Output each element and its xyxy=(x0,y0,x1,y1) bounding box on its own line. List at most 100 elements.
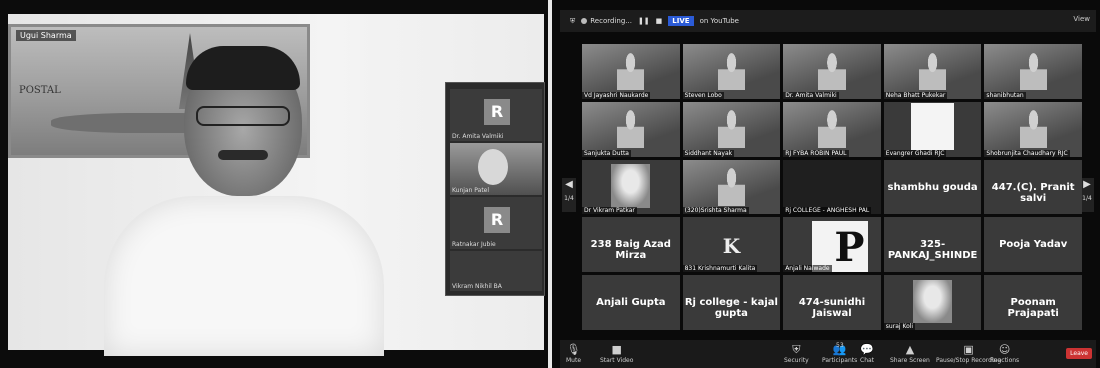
participant-display-name: Poonam Prajapati xyxy=(1007,297,1059,320)
participant-display-name: Rj college - kajal gupta xyxy=(684,297,778,320)
participant-tile[interactable]: Poonam Prajapati xyxy=(984,275,1082,330)
participant-video xyxy=(717,109,746,148)
participant-tile[interactable]: Dr. Amita Valmiki xyxy=(783,44,881,99)
video-button[interactable]: ■ Start Video xyxy=(600,343,633,364)
recording-indicator[interactable]: Recording... xyxy=(581,17,632,25)
chat-button[interactable]: 💬 Chat xyxy=(860,343,874,364)
participant-name: Kunjan Patel xyxy=(452,187,490,194)
speaker-hair xyxy=(186,46,300,90)
participant-name: Shobrunjita Chaudhary RJC xyxy=(984,149,1070,157)
next-page-button[interactable]: ▶ 1/4 xyxy=(1080,178,1094,212)
participant-name: Sanjukta Dutta xyxy=(582,149,631,157)
participant-tile[interactable]: 474-sunidhi Jaiswal xyxy=(783,275,881,330)
participant-name: Siddhant Nayak xyxy=(682,149,735,157)
reactions-button[interactable]: ☺ Reactions xyxy=(990,343,1019,364)
participant-tile[interactable]: 447.(C). Pranit salvi xyxy=(984,159,1082,215)
participant-display-name: Anjali Gupta xyxy=(596,297,666,309)
avatar: R xyxy=(484,207,510,233)
avatar: R xyxy=(484,99,510,125)
participant-tile[interactable]: Sanjukta Dutta xyxy=(582,101,680,157)
participant-tile[interactable]: 325-PANKAJ_SHINDE xyxy=(883,217,982,273)
participant-strip[interactable]: R Dr. Amita Valmiki Kunjan Patel R Ratna… xyxy=(445,82,545,296)
share-button[interactable]: ▲ Share Screen xyxy=(890,343,930,364)
participant-tile[interactable]: Dr Vikram Patkar xyxy=(582,159,680,215)
participant-tile[interactable]: Rj college - kajal gupta xyxy=(682,275,781,330)
participant-name: 831 Krishnamurti Kalita xyxy=(682,265,758,273)
participant-tile[interactable]: RJ FYBA ROBIN PAUL xyxy=(783,101,881,157)
participant-tile[interactable]: Kunjan Patel xyxy=(450,143,542,195)
toolbar-label: Start Video xyxy=(600,357,634,364)
meeting-topbar: ⛨ Recording... ❚❚ ■ LIVE on YouTube View xyxy=(560,10,1096,32)
profile-photo xyxy=(913,279,953,324)
participant-tile[interactable]: K 831 Krishnamurti Kalita xyxy=(682,217,781,273)
participant-grid: Vd Jayashri Naukarde Steven Lobo Dr. Amita… xyxy=(582,44,1082,330)
participant-tile[interactable]: Pooja Yadav xyxy=(984,217,1082,273)
participant-tile[interactable]: Neha Bhatt Pukekar xyxy=(883,44,982,99)
participant-name: Dr. Amita Valmiki xyxy=(452,133,504,140)
participant-tile[interactable]: Shobrunjita Chaudhary RJC xyxy=(984,101,1082,157)
view-button[interactable]: View xyxy=(1073,15,1090,23)
reactions-icon: ☺ xyxy=(998,343,1011,356)
participant-video xyxy=(717,167,746,206)
participant-video xyxy=(1019,51,1047,90)
participant-tile[interactable]: Anjali Gupta xyxy=(582,275,680,330)
participant-tile[interactable]: shanibhutan xyxy=(984,44,1082,99)
mic-icon: 🎙 xyxy=(566,343,581,356)
chat-icon: 💬 xyxy=(860,343,874,356)
toolbar-label: Mute xyxy=(566,357,582,364)
speaker-view-photo: POSTAL Ugui Sharma R Dr. Amita Valmiki K… xyxy=(0,0,548,368)
recording-label: Recording... xyxy=(590,17,632,25)
participant-display-name: 238 Baig Azad Mirza xyxy=(590,239,671,262)
mic-button[interactable]: 🎙 Mute xyxy=(566,343,581,364)
participant-tile[interactable]: suraj Koli xyxy=(883,275,982,330)
participant-video xyxy=(918,51,947,90)
stop-icon[interactable]: ■ xyxy=(656,17,663,25)
record-dot-icon xyxy=(581,18,588,24)
prev-page-button[interactable]: ◀ 1/4 xyxy=(562,178,576,212)
security-button[interactable]: ⛨ Security xyxy=(784,343,809,364)
participant-tile[interactable]: shambhu gouda xyxy=(883,159,982,215)
participant-tile[interactable]: P Anjali Nalwade xyxy=(783,217,881,273)
participant-tile[interactable]: R Ratnakar Jubie xyxy=(450,197,542,249)
speaker-person xyxy=(104,46,384,356)
participant-tile[interactable]: (320)Srishta Sharma xyxy=(682,159,781,215)
live-badge: LIVE xyxy=(668,16,694,26)
security-icon: ⛨ xyxy=(792,343,801,356)
participant-video xyxy=(1019,109,1047,148)
participant-video xyxy=(617,51,645,90)
participant-tile[interactable]: Steven Lobo xyxy=(682,44,781,99)
speaker-mustache xyxy=(218,150,268,160)
toolbar-label: Reactions xyxy=(990,357,1020,364)
participant-display-name: 474-sunidhi Jaiswal xyxy=(798,297,866,320)
speaker-name-label: Ugui Sharma xyxy=(16,30,76,41)
toolbar-label: Share Screen xyxy=(890,357,930,364)
meeting-toolbar: Leave 🎙 Mute ■ Start Video ⛨ Security 👥 Partici… xyxy=(560,340,1096,368)
participant-video xyxy=(818,109,846,148)
participant-tile[interactable]: Evangrer Ghadi RJC xyxy=(883,101,982,157)
live-platform[interactable]: on YouTube xyxy=(700,17,739,25)
participant-name: Dr. Amita Valmiki xyxy=(783,91,839,99)
participant-name: Neha Bhatt Pukekar xyxy=(883,91,948,99)
participant-name: Rj COLLEGE - ANGHESH PAL xyxy=(783,207,872,215)
participant-name: RJ FYBA ROBIN PAUL xyxy=(783,149,849,157)
toolbar-label: Security xyxy=(784,357,809,364)
participant-video xyxy=(818,51,846,90)
participant-tile[interactable]: Vikram Nikhil BA xyxy=(450,251,542,291)
blank-video xyxy=(911,102,955,151)
video-icon: ■ xyxy=(611,343,622,356)
shield-icon[interactable]: ⛨ xyxy=(570,17,575,26)
participant-tile[interactable]: Vd Jayashri Naukarde xyxy=(582,44,680,99)
participant-name: suraj Koli xyxy=(883,322,916,330)
participant-name: Anjali Nalwade xyxy=(783,265,832,273)
gallery-view-photo: ⛨ Recording... ❚❚ ■ LIVE on YouTube View… xyxy=(552,0,1100,368)
leave-button[interactable]: Leave xyxy=(1066,348,1092,359)
participant-name: Evangrer Ghadi RJC xyxy=(883,149,947,157)
pause-icon[interactable]: ❚❚ xyxy=(638,17,650,25)
participant-tile[interactable]: Rj COLLEGE - ANGHESH PAL xyxy=(783,159,881,215)
share-icon: ▲ xyxy=(905,343,915,356)
speaker-glasses xyxy=(196,106,290,126)
participant-tile[interactable]: Siddhant Nayak xyxy=(682,101,781,157)
participant-tile[interactable]: R Dr. Amita Valmiki xyxy=(450,89,542,141)
participant-tile[interactable]: 238 Baig Azad Mirza xyxy=(582,217,680,273)
participant-name: Vikram Nikhil BA xyxy=(452,283,502,290)
